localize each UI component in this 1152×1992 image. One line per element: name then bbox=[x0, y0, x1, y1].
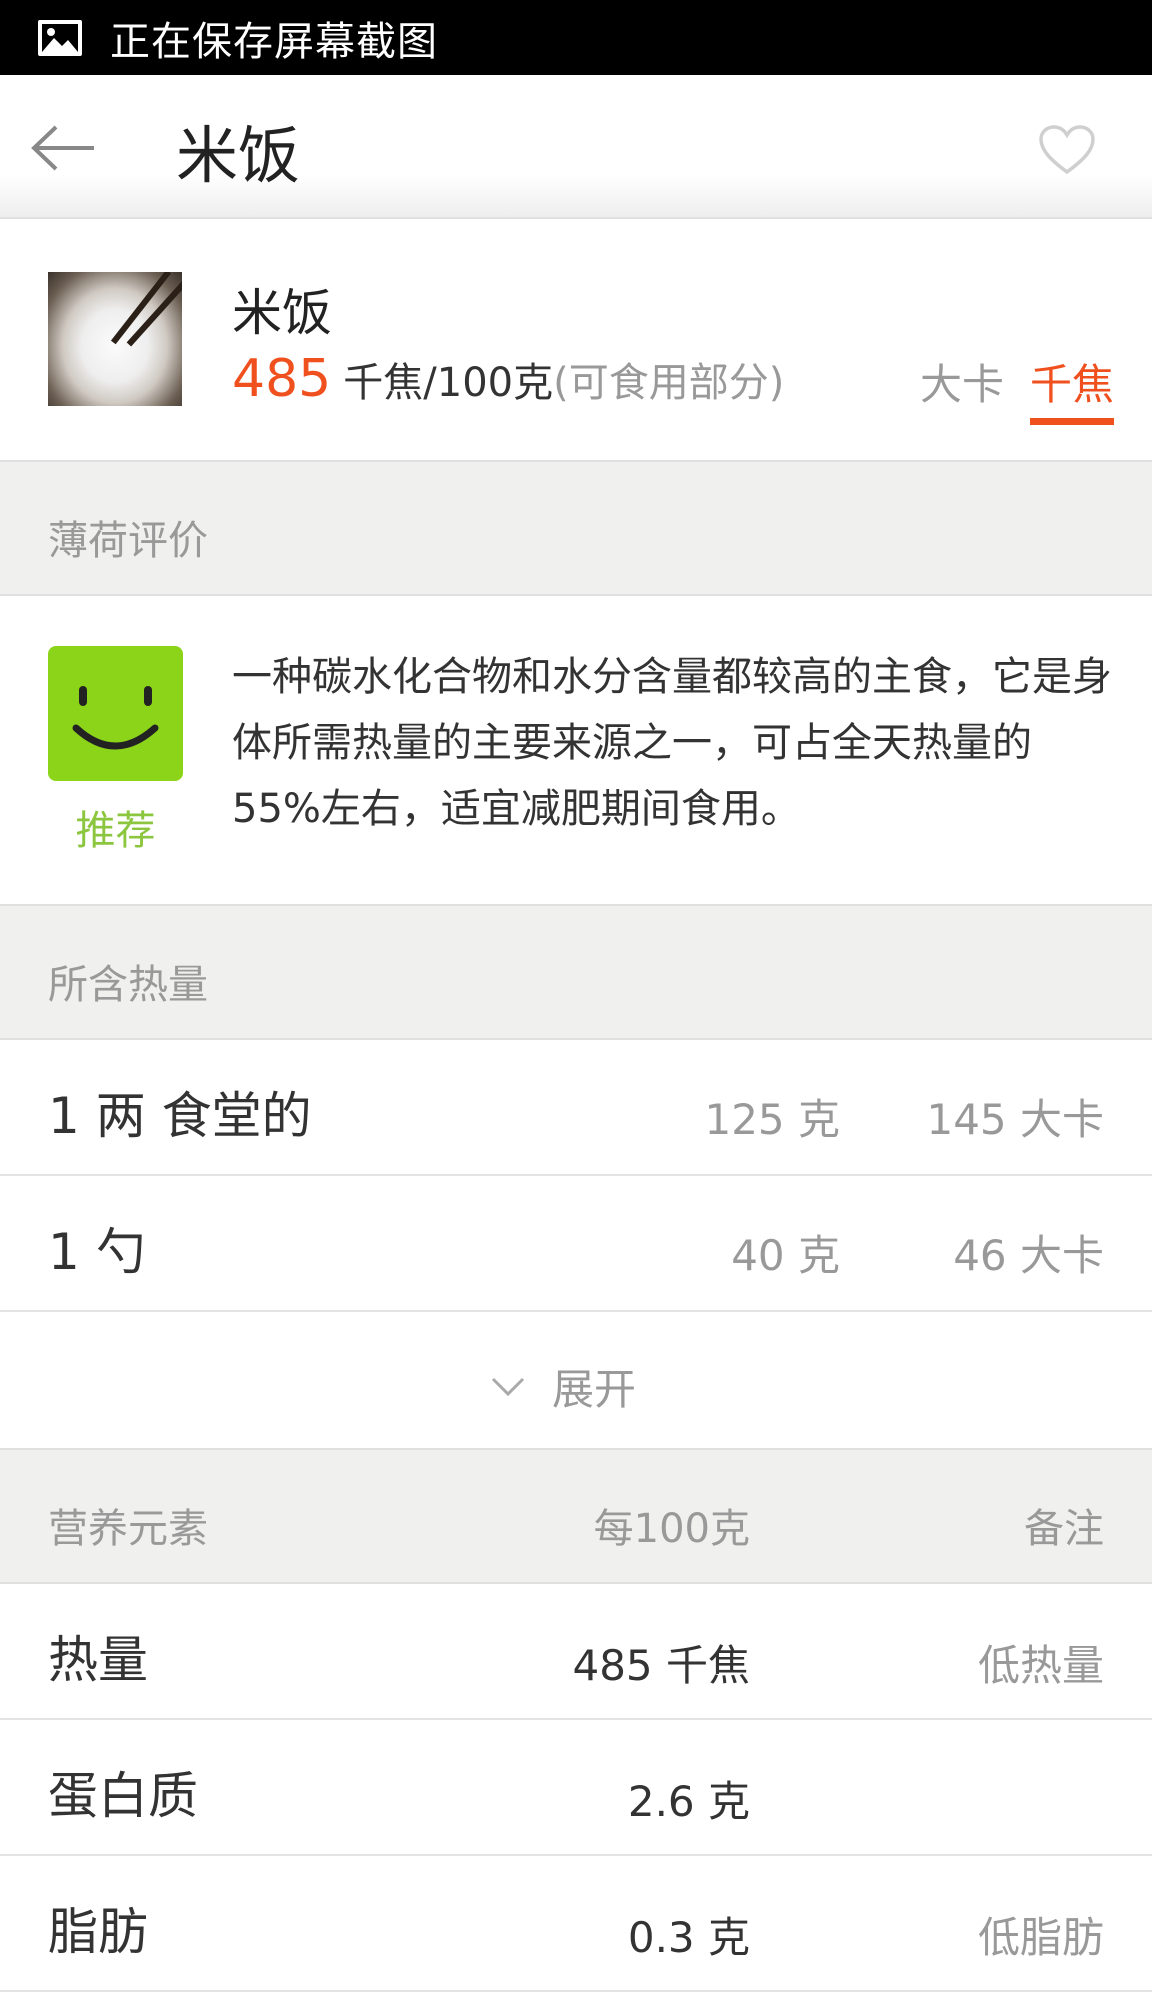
heart-outline-icon bbox=[1039, 125, 1095, 175]
evaluation-text: 一种碳水化合物和水分含量都较高的主食，它是身体所需热量的主要来源之一，可占全天热… bbox=[232, 654, 1112, 832]
nutrition-section-header: 营养元素 每100克 备注 bbox=[0, 1448, 1152, 1584]
back-button[interactable] bbox=[24, 113, 104, 183]
serving-weight: 40 克 bbox=[731, 1231, 840, 1280]
evaluation-section-header: 薄荷评价 bbox=[0, 460, 1152, 596]
food-name: 米饭 bbox=[232, 284, 332, 342]
food-image bbox=[48, 272, 182, 406]
nutrition-header-name: 营养元素 bbox=[48, 1506, 208, 1552]
serving-weight: 125 克 bbox=[704, 1095, 840, 1144]
unit-option-kj[interactable]: 千焦 bbox=[1029, 351, 1114, 425]
expand-label: 展开 bbox=[552, 1365, 637, 1414]
unit-option-kcal[interactable]: 大卡 bbox=[920, 351, 1004, 422]
nutrient-note: 低脂肪 bbox=[977, 1913, 1104, 1962]
nutrient-value: 485 千焦 bbox=[572, 1641, 750, 1690]
serving-name: 1 两 食堂的 bbox=[48, 1087, 312, 1145]
energy-value: 485 bbox=[232, 349, 332, 409]
serving-row[interactable]: 1 勺 40 克 46 大卡 bbox=[0, 1176, 1152, 1312]
image-icon bbox=[38, 19, 82, 56]
back-arrow-icon bbox=[31, 125, 94, 171]
nutrient-name: 热量 bbox=[48, 1631, 148, 1689]
status-bar: 正在保存屏幕截图 bbox=[0, 0, 1152, 75]
nutrient-name: 脂肪 bbox=[48, 1903, 148, 1961]
app-bar: 米饭 bbox=[0, 75, 1152, 219]
nutrient-note: 低热量 bbox=[977, 1641, 1104, 1690]
energy-note: (可食用部分) bbox=[553, 360, 785, 406]
nutrition-row: 热量 485 千焦 低热量 bbox=[0, 1584, 1152, 1720]
favorite-button[interactable] bbox=[1032, 115, 1102, 185]
food-header: 米饭 485 千焦/100克 (可食用部分) 大卡 千焦 bbox=[0, 219, 1152, 460]
nutrition-header-per: 每100克 bbox=[593, 1506, 750, 1552]
recommend-label: 推荐 bbox=[75, 808, 156, 854]
status-text: 正在保存屏幕截图 bbox=[110, 18, 438, 65]
smile-icon bbox=[48, 646, 183, 781]
serving-row[interactable]: 1 两 食堂的 125 克 145 大卡 bbox=[0, 1040, 1152, 1176]
nutrient-name: 蛋白质 bbox=[48, 1767, 198, 1825]
serving-calories: 46 大卡 bbox=[953, 1231, 1104, 1280]
unit-toggle: 大卡 千焦 bbox=[920, 351, 1114, 425]
expand-button[interactable]: 展开 bbox=[0, 1312, 1152, 1448]
nutrient-value: 2.6 克 bbox=[627, 1777, 750, 1826]
calories-section-header: 所含热量 bbox=[0, 904, 1152, 1040]
energy-unit: 千焦/100克 bbox=[343, 360, 554, 406]
food-energy: 485 千焦/100克 (可食用部分) bbox=[232, 349, 784, 409]
chevron-down-icon bbox=[491, 1377, 525, 1396]
nutrition-row: 蛋白质 2.6 克 bbox=[0, 1720, 1152, 1856]
section-title: 所含热量 bbox=[48, 962, 208, 1008]
serving-calories: 145 大卡 bbox=[926, 1095, 1104, 1144]
nutrition-row: 脂肪 0.3 克 低脂肪 bbox=[0, 1856, 1152, 1992]
serving-name: 1 勺 bbox=[48, 1223, 146, 1281]
evaluation-body: 推荐 一种碳水化合物和水分含量都较高的主食，它是身体所需热量的主要来源之一，可占… bbox=[0, 598, 1152, 905]
nutrition-header-note: 备注 bbox=[1024, 1506, 1104, 1552]
section-title: 薄荷评价 bbox=[48, 518, 208, 564]
nutrient-value: 0.3 克 bbox=[627, 1913, 750, 1962]
page-title: 米饭 bbox=[176, 119, 301, 192]
